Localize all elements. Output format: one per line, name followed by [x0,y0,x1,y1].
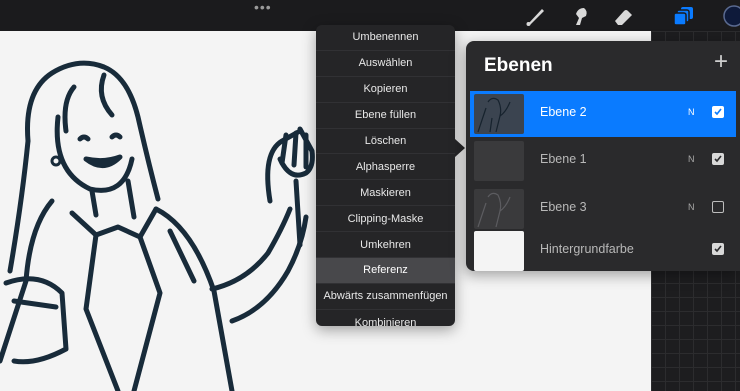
blend-mode-label[interactable]: N [688,154,695,164]
background-color-swatch[interactable] [474,231,524,271]
layer-row-background-color[interactable]: Hintergrundfarbe [470,228,736,271]
blend-mode-label[interactable]: N [688,202,695,212]
layer-name: Ebene 2 [540,105,587,119]
layers-icon[interactable] [672,5,696,27]
layer-row-ebene-3[interactable]: Ebene 3 N [470,186,736,232]
menu-item-combine[interactable]: Kombinieren [316,310,455,326]
add-layer-button[interactable]: + [710,50,732,74]
panel-title: Ebenen [484,55,553,76]
layer-row-ebene-2[interactable]: Ebene 2 N [470,91,736,137]
visibility-checkbox[interactable] [712,201,724,213]
smudge-icon[interactable] [568,5,592,27]
procreate-window: ••• Umbenennen Auswählen Kopieren Ebene … [0,0,740,391]
menu-item-rename[interactable]: Umbenennen [316,25,455,51]
layer-thumbnail [474,94,524,134]
layer-options-menu: Umbenennen Auswählen Kopieren Ebene füll… [316,25,455,326]
menu-item-clipping-mask[interactable]: Clipping-Maske [316,206,455,233]
layer-thumbnail [474,189,524,229]
layer-row-ebene-1[interactable]: Ebene 1 N [470,138,736,184]
menu-item-mask[interactable]: Maskieren [316,180,455,207]
menu-item-alpha-lock[interactable]: Alphasperre [316,154,455,181]
menu-item-select[interactable]: Auswählen [316,51,455,77]
menu-item-fill-layer[interactable]: Ebene füllen [316,103,455,129]
layer-name: Hintergrundfarbe [540,242,634,256]
layers-panel: Ebenen + Ebene 2 N Ebene 1 N Ebene 3 N H… [466,41,740,271]
visibility-checkbox[interactable] [712,243,724,255]
menu-item-invert[interactable]: Umkehren [316,232,455,259]
color-icon[interactable] [716,5,740,27]
menu-item-copy[interactable]: Kopieren [316,77,455,103]
eraser-icon[interactable] [612,5,636,27]
layer-name: Ebene 3 [540,200,587,214]
layer-name: Ebene 1 [540,152,587,166]
menu-pointer-arrow [455,139,465,157]
layer-thumbnail [474,141,524,181]
menu-item-reference[interactable]: Referenz [316,258,455,284]
visibility-checkbox[interactable] [712,153,724,165]
blend-mode-label[interactable]: N [688,107,695,117]
visibility-checkbox[interactable] [712,106,724,118]
menu-item-merge-down[interactable]: Abwärts zusammenfügen [316,284,455,310]
toolbar-grip[interactable]: ••• [254,0,272,14]
menu-item-delete[interactable]: Löschen [316,129,455,155]
brush-icon[interactable] [524,5,548,27]
